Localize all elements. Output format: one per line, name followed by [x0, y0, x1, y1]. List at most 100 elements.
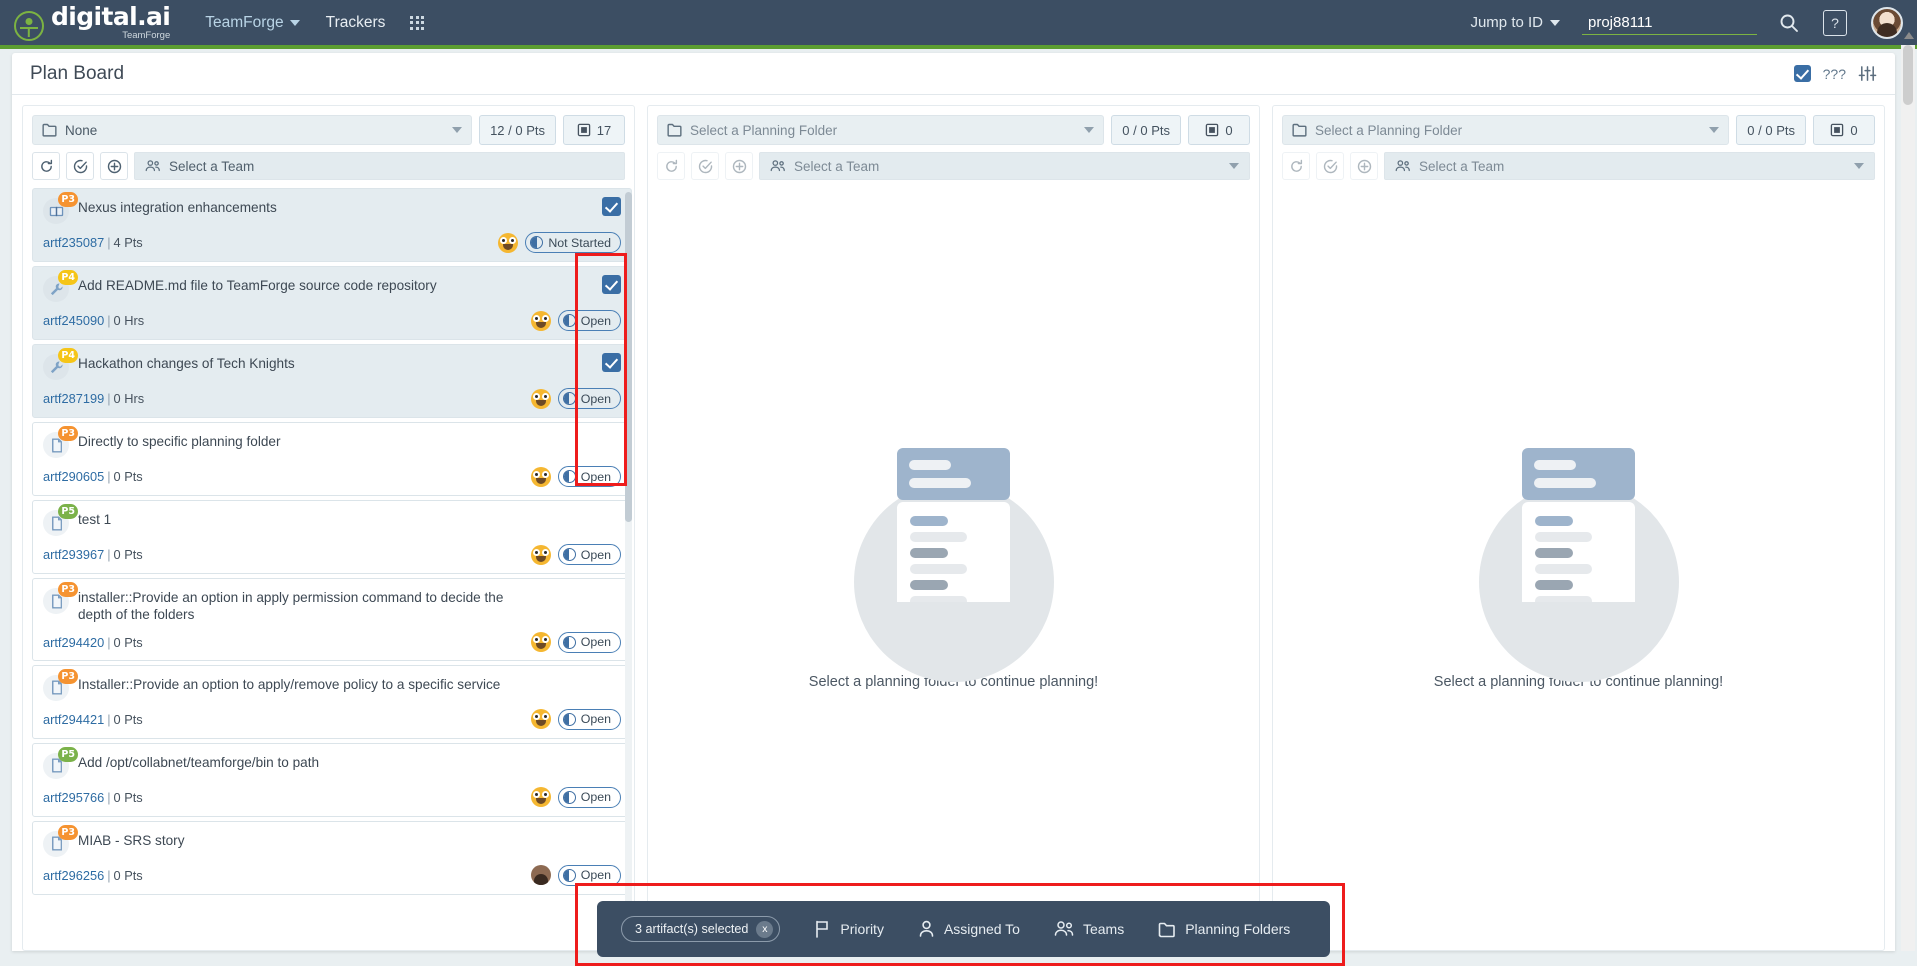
brand-name: digital.ai — [51, 4, 170, 29]
chevron-down-icon — [1550, 20, 1560, 26]
search-icon[interactable] — [1779, 13, 1799, 33]
person-avatar — [531, 865, 551, 885]
points-badge-2[interactable]: 0 / 0 Pts — [1111, 115, 1181, 145]
artifact-card[interactable]: P3installer::Provide an option in apply … — [32, 578, 632, 661]
empty-state: Select a planning folder to continue pla… — [1273, 188, 1884, 950]
artifact-card[interactable]: P3MIAB - SRS storyartf296256|0 PtsOpen — [32, 821, 632, 895]
artifact-count-badge-1[interactable]: 17 — [563, 115, 625, 145]
user-avatar[interactable] — [1871, 7, 1903, 39]
artifact-meta[interactable]: artf293967|0 Pts — [43, 547, 143, 562]
brand-logo[interactable]: digital.ai TeamForge — [14, 4, 170, 41]
artifact-meta[interactable]: artf294420|0 Pts — [43, 635, 143, 650]
artifact-title: Nexus integration enhancements — [78, 197, 277, 217]
status-badge: Open — [558, 709, 621, 730]
artifact-id-link[interactable]: artf295766 — [43, 790, 104, 805]
column-body-1: P3 Nexus integration enhancements artf2350… — [23, 188, 634, 950]
points-badge-1[interactable]: 12 / 0 Pts — [479, 115, 556, 145]
artifact-id-link[interactable]: artf296256 — [43, 868, 104, 883]
artifact-meta[interactable]: artf235087|4 Pts — [43, 235, 143, 250]
artifact-count-badge-2[interactable]: 0 — [1188, 115, 1250, 145]
jake-avatar — [531, 545, 551, 565]
story-book-icon: P3 — [43, 198, 69, 224]
column-scrollbar[interactable] — [625, 192, 632, 950]
scroll-up-arrow-icon[interactable] — [1904, 32, 1914, 39]
artifact-select-checkbox[interactable] — [602, 353, 621, 372]
add-artifact-icon-2[interactable] — [725, 152, 753, 180]
bulk-action-bar: 3 artifact(s) selected x Priority Assign… — [597, 901, 1330, 957]
close-icon[interactable]: x — [756, 921, 773, 938]
artifact-id-link[interactable]: artf290605 — [43, 469, 104, 484]
artifact-meta[interactable]: artf294421|0 Pts — [43, 712, 143, 727]
artifact-title: Hackathon changes of Tech Knights — [78, 353, 295, 373]
page-scrollbar[interactable] — [1901, 45, 1915, 951]
scrollbar-thumb[interactable] — [1903, 45, 1913, 105]
header-select-all-checkbox[interactable] — [1794, 65, 1811, 82]
nav-trackers[interactable]: Trackers — [313, 0, 399, 45]
status-badge: Not Started — [525, 232, 621, 253]
status-label: Open — [581, 635, 611, 649]
add-artifact-icon-3[interactable] — [1350, 152, 1378, 180]
planning-folder-select-3[interactable]: Select a Planning Folder — [1282, 115, 1729, 145]
help-glyph: ? — [1831, 15, 1839, 31]
app-grid-icon[interactable] — [410, 16, 424, 30]
artifact-id-link[interactable]: artf287199 — [43, 391, 104, 406]
artifact-card[interactable]: P4 Hackathon changes of Tech Knights artf2… — [32, 344, 632, 418]
planning-folder-select-1[interactable]: None — [32, 115, 472, 145]
select-all-icon-1[interactable] — [66, 152, 94, 180]
artifact-count-badge-3[interactable]: 0 — [1813, 115, 1875, 145]
scrollbar-thumb[interactable] — [625, 192, 632, 522]
select-all-icon-2[interactable] — [691, 152, 719, 180]
jake-avatar — [531, 787, 551, 807]
jump-to-id-menu[interactable]: Jump to ID — [1470, 14, 1560, 31]
artifact-id-link[interactable]: artf245090 — [43, 313, 104, 328]
artifact-meta[interactable]: artf296256|0 Pts — [43, 868, 143, 883]
bulk-action-teams[interactable]: Teams — [1054, 920, 1124, 938]
artifact-meta[interactable]: artf295766|0 Pts — [43, 790, 143, 805]
artifact-select-checkbox[interactable] — [602, 275, 621, 294]
bulk-action-planning-folders[interactable]: Planning Folders — [1158, 921, 1290, 938]
nav-teamforge-menu[interactable]: TeamForge — [192, 0, 312, 45]
artifact-card[interactable]: P3 Nexus integration enhancements artf2350… — [32, 188, 632, 262]
points-badge-3[interactable]: 0 / 0 Pts — [1736, 115, 1806, 145]
artifact-card[interactable]: P3Directly to specific planning folderar… — [32, 422, 632, 496]
artifact-meta[interactable]: artf290605|0 Pts — [43, 469, 143, 484]
nav-trackers-label: Trackers — [326, 14, 386, 32]
status-dot-icon — [563, 869, 576, 882]
bulk-action-assigned-to[interactable]: Assigned To — [918, 920, 1020, 938]
refresh-icon-2[interactable] — [657, 152, 685, 180]
artifact-effort: 0 Pts — [114, 712, 143, 727]
status-dot-icon — [563, 548, 576, 561]
selection-count-label: 3 artifact(s) selected — [635, 922, 748, 936]
task-wrench-icon: P4 — [43, 354, 69, 380]
artifact-id-link[interactable]: artf235087 — [43, 235, 104, 250]
bulk-action-priority[interactable]: Priority — [814, 920, 884, 938]
team-select-3[interactable]: Select a Team — [1384, 152, 1875, 180]
planning-folder-select-2[interactable]: Select a Planning Folder — [657, 115, 1104, 145]
help-icon[interactable]: ? — [1823, 10, 1847, 36]
artifact-card[interactable]: P3Installer::Provide an option to apply/… — [32, 665, 632, 739]
page-title: Plan Board — [30, 63, 124, 85]
refresh-icon-3[interactable] — [1282, 152, 1310, 180]
team-select-1[interactable]: Select a Team — [134, 152, 625, 180]
refresh-icon-1[interactable] — [32, 152, 60, 180]
artifact-select-checkbox[interactable] — [602, 197, 621, 216]
artifact-meta[interactable]: artf287199|0 Hrs — [43, 391, 144, 406]
artifact-card-list[interactable]: P3 Nexus integration enhancements artf2350… — [23, 188, 634, 950]
board-column-3: Select a Planning Folder0 / 0 Pts0 Select… — [1272, 105, 1885, 951]
select-all-icon-3[interactable] — [1316, 152, 1344, 180]
priority-badge: P3 — [58, 426, 78, 441]
artifact-card[interactable]: P4Add README.md file to TeamForge source… — [32, 266, 632, 340]
board-settings-icon[interactable] — [1858, 64, 1877, 83]
artifact-id-link[interactable]: artf293967 — [43, 547, 104, 562]
artifact-id-link[interactable]: artf294420 — [43, 635, 104, 650]
artifact-meta[interactable]: artf245090|0 Hrs — [43, 313, 144, 328]
add-artifact-icon-1[interactable] — [100, 152, 128, 180]
chevron-down-icon — [1709, 127, 1719, 133]
project-id-input[interactable] — [1582, 11, 1757, 35]
digitalai-logo-icon — [14, 11, 44, 41]
status-label: Open — [581, 470, 611, 484]
artifact-id-link[interactable]: artf294421 — [43, 712, 104, 727]
team-select-2[interactable]: Select a Team — [759, 152, 1250, 180]
artifact-card[interactable]: P5test 1artf293967|0 PtsOpen — [32, 500, 632, 574]
artifact-card[interactable]: P5Add /opt/collabnet/teamforge/bin to pa… — [32, 743, 632, 817]
